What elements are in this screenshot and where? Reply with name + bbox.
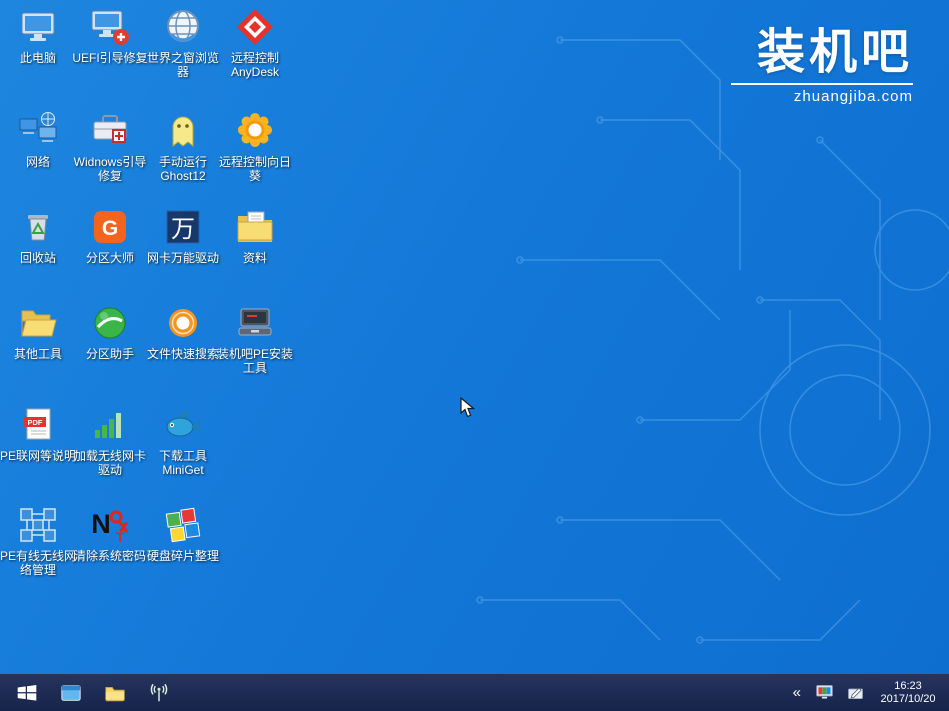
icon-label: 手动运行Ghost12	[145, 155, 221, 183]
icon-label: 硬盘碎片整理	[147, 549, 219, 563]
icon-label: 世界之窗浏览器	[145, 51, 221, 79]
svg-text:T: T	[116, 529, 125, 545]
monitor-repair-icon	[89, 6, 131, 48]
icon-label: 清除系统密码	[74, 549, 146, 563]
desktop-icon-anydesk[interactable]: 远程控制AnyDesk	[217, 6, 293, 79]
desktop-icon-pe-network-guide[interactable]: PDF PE联网等说明	[0, 404, 76, 463]
recycle-bin-icon	[17, 206, 59, 248]
brand-logo-rule	[731, 83, 913, 85]
network-nodes-icon	[17, 504, 59, 546]
network-tool-button[interactable]	[142, 677, 176, 708]
svg-text:N: N	[91, 509, 111, 539]
desktop-icon-zhuangjiba-pe-installer[interactable]: 装机吧PE安装工具	[217, 302, 293, 375]
search-ring-icon	[162, 302, 204, 344]
icon-label: 加载无线网卡驱动	[72, 449, 148, 477]
pe-installer-device-icon	[234, 302, 276, 344]
system-tray: « 16:23 2017/10/20	[791, 678, 943, 708]
desktop-icon-windows-boot-repair[interactable]: Widnows引导修复	[72, 110, 148, 183]
app-window-icon	[60, 682, 82, 704]
clock-date: 2017/10/20	[877, 693, 939, 706]
svg-text:万: 万	[171, 216, 195, 243]
open-folder-icon	[17, 302, 59, 344]
toolbox-icon	[89, 110, 131, 152]
sunflower-icon	[234, 110, 276, 152]
desktop-icon-other-tools[interactable]: 其他工具	[0, 302, 76, 361]
network-computers-icon	[17, 110, 59, 152]
icon-label: 其他工具	[14, 347, 62, 361]
icon-label: 网络	[26, 155, 50, 169]
desktop-icon-pe-network-manager[interactable]: PE有线无线网络管理	[0, 504, 76, 577]
icon-label: 文件快速搜索	[147, 347, 219, 361]
icon-label: 网卡万能驱动	[147, 251, 219, 265]
icon-label: 下载工具MiniGet	[145, 449, 221, 477]
input-method-tray-button[interactable]	[846, 678, 865, 708]
wireless-antenna-icon	[148, 682, 170, 704]
desktop-icon-sunflower-remote[interactable]: 远程控制向日葵	[217, 110, 293, 183]
desktop-icon-miniget[interactable]: 下载工具MiniGet	[145, 404, 221, 477]
desktop-icon-this-pc[interactable]: 此电脑	[0, 6, 76, 65]
icon-label: 分区助手	[86, 347, 134, 361]
desktop-icon-world-window-browser[interactable]: 世界之窗浏览器	[145, 6, 221, 79]
svg-text:G: G	[102, 217, 118, 240]
fish-icon	[162, 404, 204, 446]
icon-label: 装机吧PE安装工具	[217, 347, 293, 375]
desktop-icon-file-quick-search[interactable]: 文件快速搜索	[145, 302, 221, 361]
desktop-icon-network[interactable]: 网络	[0, 110, 76, 169]
icon-label: 回收站	[20, 251, 56, 265]
icon-label: PE联网等说明	[0, 449, 76, 463]
display-settings-tray-button[interactable]	[815, 678, 834, 708]
signal-bars-icon	[89, 404, 131, 446]
brand-logo: 装机吧 zhuangjiba.com	[731, 28, 913, 105]
taskbar-app-window-button[interactable]	[54, 677, 88, 708]
pen-pad-icon	[846, 683, 865, 702]
anydesk-diamond-icon	[234, 6, 276, 48]
windows-logo-icon	[16, 682, 38, 704]
svg-text:PDF: PDF	[28, 418, 43, 427]
file-explorer-button[interactable]	[98, 677, 132, 708]
desktop-icon-clear-system-password[interactable]: N T 清除系统密码	[72, 504, 148, 563]
brand-logo-url: zhuangjiba.com	[731, 88, 913, 105]
desktop[interactable]: 装机吧 zhuangjiba.com 此电脑 UEFI引导修复 世界之窗浏览	[0, 0, 949, 711]
mouse-cursor	[460, 397, 480, 424]
globe-icon	[162, 6, 204, 48]
folder-icon	[104, 682, 126, 704]
partition-master-g-icon: G	[89, 206, 131, 248]
icon-label: 远程控制向日葵	[217, 155, 293, 183]
ghost-icon	[162, 110, 204, 152]
this-pc-icon	[17, 6, 59, 48]
desktop-icon-wireless-driver-loader[interactable]: 加载无线网卡驱动	[72, 404, 148, 477]
nt-password-key-icon: N T	[89, 504, 131, 546]
display-colors-icon	[815, 683, 834, 702]
partition-assistant-sphere-icon	[89, 302, 131, 344]
desktop-icon-ghost12[interactable]: 手动运行Ghost12	[145, 110, 221, 183]
brand-logo-text: 装机吧	[731, 28, 913, 78]
taskbar: « 16:23 2017/10/20	[0, 674, 949, 711]
icon-label: 远程控制AnyDesk	[217, 51, 293, 79]
icon-label: PE有线无线网络管理	[0, 549, 76, 577]
tray-collapse-chevron-icon[interactable]: «	[791, 685, 803, 700]
icon-label: Widnows引导修复	[72, 155, 148, 183]
clock-time: 16:23	[877, 680, 939, 693]
desktop-icon-partition-assistant[interactable]: 分区助手	[72, 302, 148, 361]
pdf-document-icon: PDF	[17, 404, 59, 446]
desktop-icon-uefi-boot-repair[interactable]: UEFI引导修复	[72, 6, 148, 65]
folder-documents-icon	[234, 206, 276, 248]
desktop-icon-partition-master[interactable]: G 分区大师	[72, 206, 148, 265]
defrag-blocks-icon	[162, 504, 204, 546]
icon-label: 资料	[243, 251, 267, 265]
wan-character-icon: 万	[162, 206, 204, 248]
desktop-icon-disk-defrag[interactable]: 硬盘碎片整理	[145, 504, 221, 563]
taskbar-clock[interactable]: 16:23 2017/10/20	[877, 680, 939, 706]
icon-label: 此电脑	[20, 51, 56, 65]
icon-label: 分区大师	[86, 251, 134, 265]
desktop-icon-recycle-bin[interactable]: 回收站	[0, 206, 76, 265]
icon-label: UEFI引导修复	[72, 51, 147, 65]
desktop-icon-data-folder[interactable]: 资料	[217, 206, 293, 265]
desktop-icon-nic-universal-driver[interactable]: 万 网卡万能驱动	[145, 206, 221, 265]
start-button[interactable]	[10, 677, 44, 708]
